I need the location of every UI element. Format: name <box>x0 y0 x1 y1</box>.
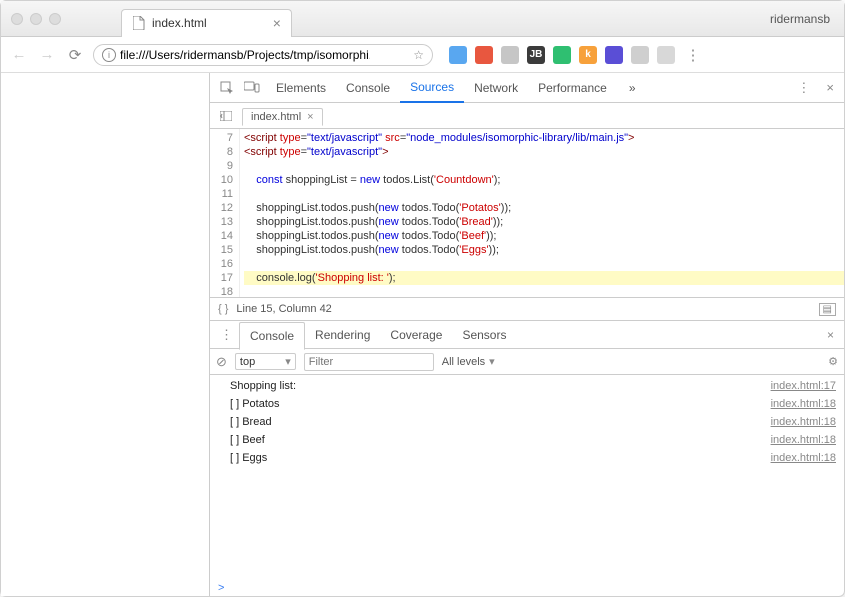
console-log-row: Shopping list: index.html:17 <box>210 377 844 395</box>
console-log-row: [ ] Beefindex.html:18 <box>210 431 844 449</box>
console-toolbar: ⊘ top ▾ All levels ▾ ⚙ <box>210 349 844 375</box>
devtools-tab-sources[interactable]: Sources <box>400 73 464 103</box>
clear-console-icon[interactable]: ⊘ <box>216 354 227 370</box>
code-content[interactable]: <script type="text/javascript" src="node… <box>240 129 844 297</box>
browser-tab[interactable]: index.html × <box>121 9 292 37</box>
show-navigator-icon[interactable] <box>216 111 236 121</box>
file-icon <box>132 16 146 30</box>
more-tabs-icon[interactable]: » <box>619 73 646 103</box>
extension-icon-6[interactable] <box>605 46 623 64</box>
coverage-toggle-icon[interactable]: ▤ <box>819 303 836 316</box>
console-log-row: [ ] Breadindex.html:18 <box>210 413 844 431</box>
extension-icon-2[interactable] <box>501 46 519 64</box>
forward-icon: → <box>37 46 57 63</box>
drawer-tab-console[interactable]: Console <box>239 322 305 350</box>
log-levels-select[interactable]: All levels ▾ <box>442 355 495 368</box>
devtools-tab-performance[interactable]: Performance <box>528 73 617 103</box>
inspect-icon[interactable] <box>216 81 238 95</box>
log-source-link[interactable]: index.html:18 <box>771 432 836 448</box>
window-titlebar: index.html × ridermansb <box>1 1 844 37</box>
editor-status-bar: { } Line 15, Column 42 ▤ <box>210 297 844 321</box>
gear-icon[interactable]: ⚙ <box>828 355 838 368</box>
file-tab-label: index.html <box>251 111 301 123</box>
minimize-window-icon[interactable] <box>30 13 42 25</box>
traffic-lights <box>11 13 61 25</box>
drawer-menu-icon[interactable]: ⋮ <box>216 327 237 343</box>
extension-icon-3[interactable]: JB <box>527 46 545 64</box>
console-log-row: [ ] Eggsindex.html:18 <box>210 449 844 467</box>
devtools-tab-console[interactable]: Console <box>336 73 400 103</box>
line-gutter: 78910111213141516171819 <box>210 129 240 297</box>
back-icon: ← <box>9 46 29 63</box>
log-message: [ ] Potatos <box>230 396 771 412</box>
console-filter-input[interactable] <box>304 353 434 371</box>
extension-icon-7[interactable] <box>631 46 649 64</box>
devtools-tab-elements[interactable]: Elements <box>266 73 336 103</box>
info-icon[interactable]: i <box>102 48 116 62</box>
chevron-down-icon: ▾ <box>489 355 495 368</box>
profile-name[interactable]: ridermansb <box>770 12 830 26</box>
log-message: [ ] Eggs <box>230 450 771 466</box>
close-window-icon[interactable] <box>11 13 23 25</box>
devtools-panel: ElementsConsoleSourcesNetworkPerformance… <box>209 73 844 596</box>
log-source-link[interactable]: index.html:17 <box>771 378 836 394</box>
drawer-tab-sensors[interactable]: Sensors <box>452 321 516 349</box>
log-source-link[interactable]: index.html:18 <box>771 450 836 466</box>
devtools-close-icon[interactable]: × <box>822 80 838 95</box>
page-content <box>1 73 209 596</box>
drawer-close-icon[interactable]: × <box>823 328 838 342</box>
reload-icon[interactable]: ⟳ <box>65 46 85 64</box>
levels-label: All levels <box>442 356 485 368</box>
maximize-window-icon[interactable] <box>49 13 61 25</box>
extension-icon-8[interactable] <box>657 46 675 64</box>
close-tab-icon[interactable]: × <box>273 15 281 31</box>
chevron-down-icon: ▾ <box>285 355 291 368</box>
browser-menu-icon[interactable]: ⋮ <box>683 46 703 64</box>
drawer-tabs: ⋮ ConsoleRenderingCoverageSensors × <box>210 321 844 349</box>
context-value: top <box>240 356 255 368</box>
source-file-tab[interactable]: index.html × <box>242 108 323 126</box>
devtools-menu-icon[interactable]: ⋮ <box>793 80 814 96</box>
devtools-tabs: ElementsConsoleSourcesNetworkPerformance… <box>210 73 844 103</box>
extension-icon-4[interactable] <box>553 46 571 64</box>
console-prompt[interactable]: > <box>210 579 844 596</box>
log-message: [ ] Beef <box>230 432 771 448</box>
console-log-row: [ ] Potatosindex.html:18 <box>210 395 844 413</box>
drawer-tab-coverage[interactable]: Coverage <box>380 321 452 349</box>
drawer-tab-rendering[interactable]: Rendering <box>305 321 380 349</box>
url-input[interactable] <box>120 48 370 62</box>
tab-title: index.html <box>152 16 207 30</box>
extensions-row: JB k <box>449 46 675 64</box>
extension-icon-1[interactable] <box>475 46 493 64</box>
main-area: ElementsConsoleSourcesNetworkPerformance… <box>1 73 844 596</box>
console-output[interactable]: Shopping list: index.html:17[ ] Potatosi… <box>210 375 844 579</box>
pretty-print-icon[interactable]: { } <box>218 303 228 315</box>
devtools-tab-network[interactable]: Network <box>464 73 528 103</box>
bookmark-star-icon[interactable]: ☆ <box>413 48 424 62</box>
extension-icon-0[interactable] <box>449 46 467 64</box>
device-toggle-icon[interactable] <box>240 81 264 95</box>
url-field[interactable]: i ☆ <box>93 44 433 66</box>
log-source-link[interactable]: index.html:18 <box>771 414 836 430</box>
address-bar: ← → ⟳ i ☆ JB k ⋮ <box>1 37 844 73</box>
extension-icon-5[interactable]: k <box>579 46 597 64</box>
cursor-position: Line 15, Column 42 <box>236 303 331 315</box>
sources-subbar: index.html × <box>210 103 844 129</box>
code-editor[interactable]: 78910111213141516171819 <script type="te… <box>210 129 844 297</box>
prompt-chevron-icon: > <box>218 582 224 594</box>
log-message: [ ] Bread <box>230 414 771 430</box>
context-select[interactable]: top ▾ <box>235 353 296 370</box>
log-message: Shopping list: <box>230 378 771 394</box>
close-file-icon[interactable]: × <box>307 111 313 123</box>
log-source-link[interactable]: index.html:18 <box>771 396 836 412</box>
